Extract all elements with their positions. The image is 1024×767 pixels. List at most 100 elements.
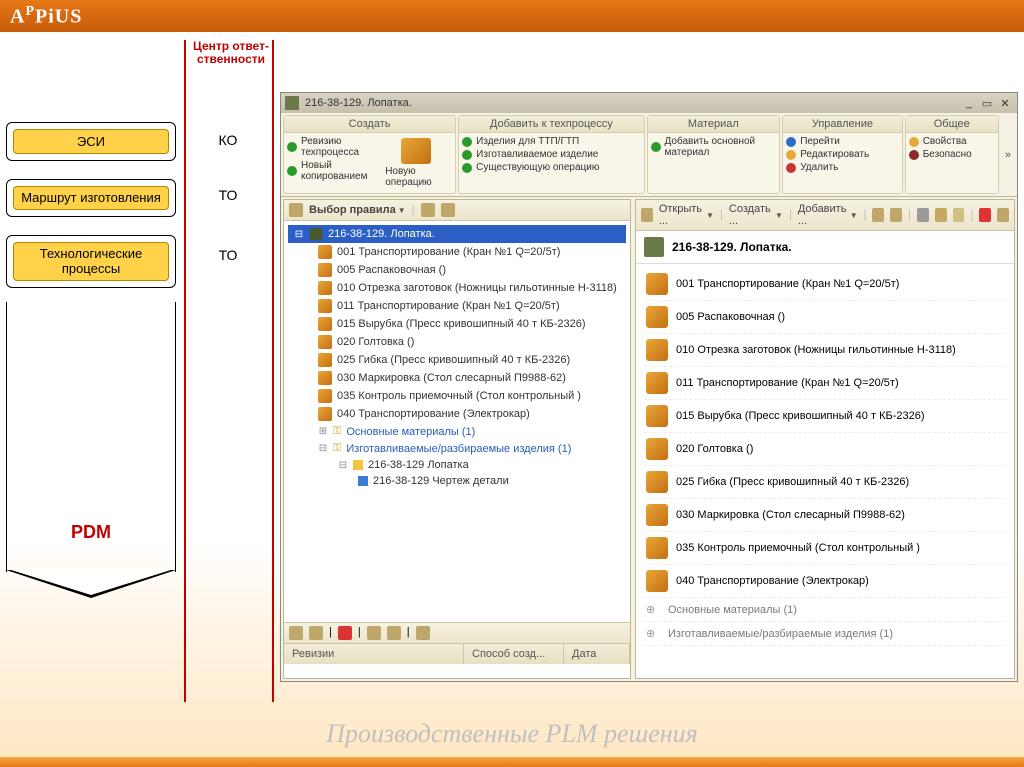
plus-icon (462, 163, 472, 173)
plus-icon (651, 142, 661, 152)
toolbar-icon[interactable] (421, 203, 435, 217)
paste-icon[interactable] (953, 208, 965, 222)
tree-view[interactable]: ⊟ 216-38-129. Лопатка. 001 Транспортиров… (284, 221, 630, 622)
tree-toolbar: Выбор правила ▼ | (284, 200, 630, 221)
operation-row[interactable]: 040 Транспортирование (Электрокар) (644, 565, 1006, 598)
divider-line (272, 40, 274, 702)
delete-icon[interactable] (979, 208, 991, 222)
tree-operation[interactable]: 001 Транспортирование (Кран №1 Q=20/5т) (288, 243, 626, 261)
toolbar-icon[interactable] (289, 626, 303, 640)
ribbon: Создать Ревизию техпроцесса Новый копиро… (281, 113, 1017, 197)
sort-asc-icon[interactable] (367, 626, 381, 640)
add-material-button[interactable]: Добавить основной материал (651, 136, 777, 158)
create-revision-button[interactable]: Ревизию техпроцесса (287, 136, 375, 158)
detail-panel: Открыть ... ▼ | Создать ... ▼ | Добавить… (635, 199, 1015, 679)
add-dropdown[interactable]: Добавить ... ▼ (798, 203, 858, 227)
tree-operation[interactable]: 015 Вырубка (Пресс кривошипный 40 т КБ-2… (288, 315, 626, 333)
add-product-button[interactable]: Изготавливаемое изделие (462, 149, 599, 160)
operation-row[interactable]: 025 Гибка (Пресс кривошипный 40 т КБ-232… (644, 466, 1006, 499)
tree-operation[interactable]: 010 Отрезка заготовок (Ножницы гильотинн… (288, 279, 626, 297)
diagram-box-tech: Технологические процессы (6, 235, 176, 288)
refresh-icon[interactable] (997, 208, 1009, 222)
toolbar-icon[interactable] (641, 208, 653, 222)
window-close-button[interactable]: ✕ (997, 97, 1013, 110)
tree-sub-item[interactable]: ⊟216-38-129 Лопатка (288, 457, 626, 473)
tree-operation[interactable]: 040 Транспортирование (Электрокар) (288, 405, 626, 423)
tree-operation[interactable]: 020 Голтовка () (288, 333, 626, 351)
add-existing-op-button[interactable]: Существующую операцию (462, 162, 599, 173)
delete-icon (786, 163, 796, 173)
operation-icon (646, 570, 668, 592)
rule-selector[interactable]: Выбор правила ▼ (309, 204, 406, 216)
operation-icon (646, 438, 668, 460)
detail-header: 216-38-129. Лопатка. (636, 231, 1014, 264)
operation-icon (646, 339, 668, 361)
part-icon (353, 460, 363, 470)
tree-root[interactable]: ⊟ 216-38-129. Лопатка. (288, 225, 626, 243)
operation-icon (646, 504, 668, 526)
top-brand-bar: APPiUS (0, 0, 1024, 32)
window-titlebar[interactable]: 216-38-129. Лопатка. _ ▭ ✕ (281, 93, 1017, 113)
copy-icon[interactable] (935, 208, 947, 222)
window-title: 216-38-129. Лопатка. (305, 97, 412, 109)
delete-icon[interactable] (338, 626, 352, 640)
tree-operation[interactable]: 030 Маркировка (Стол слесарный П9988-62) (288, 369, 626, 387)
operation-row[interactable]: 011 Транспортирование (Кран №1 Q=20/5т) (644, 367, 1006, 400)
operation-row[interactable]: 010 Отрезка заготовок (Ножницы гильотинн… (644, 334, 1006, 367)
ribbon-group-title: Создать (284, 116, 455, 133)
operation-row[interactable]: 005 Распаковочная () (644, 301, 1006, 334)
properties-button[interactable]: Свойства (909, 136, 972, 147)
plus-icon (287, 166, 297, 176)
tree-bottom-toolbar: | | | (284, 622, 630, 643)
tree-materials-link[interactable]: ⊞⚿Основные материалы (1) (288, 423, 626, 440)
create-dropdown[interactable]: Создать ... ▼ (729, 203, 783, 227)
toolbar-icon[interactable] (890, 208, 902, 222)
tree-products-link[interactable]: ⊟⚿Изготавливаемые/разбираемые изделия (1… (288, 440, 626, 457)
security-button[interactable]: Безопасно (909, 149, 972, 160)
materials-link[interactable]: ⊕Основные материалы (1) (644, 598, 1006, 622)
drawing-icon (358, 476, 368, 486)
sort-desc-icon[interactable] (387, 626, 401, 640)
tree-operation[interactable]: 011 Транспортирование (Кран №1 Q=20/5т) (288, 297, 626, 315)
revisions-table-header: Ревизии Способ созд... Дата (284, 643, 630, 664)
tree-icon[interactable] (289, 203, 303, 217)
operation-row[interactable]: 001 Транспортирование (Кран №1 Q=20/5т) (644, 268, 1006, 301)
app-window: 216-38-129. Лопатка. _ ▭ ✕ Создать Ревиз… (280, 92, 1018, 682)
footer-strip (0, 757, 1024, 767)
delete-button[interactable]: Удалить (786, 162, 869, 173)
goto-button[interactable]: Перейти (786, 136, 869, 147)
products-link[interactable]: ⊕Изготавливаемые/разбираемые изделия (1) (644, 622, 1006, 646)
operation-row[interactable]: 015 Вырубка (Пресс кривошипный 40 т КБ-2… (644, 400, 1006, 433)
edit-button[interactable]: Редактировать (786, 149, 869, 160)
tree-sub-item[interactable]: 216-38-129 Чертеж детали (288, 473, 626, 489)
operation-icon (646, 471, 668, 493)
save-icon[interactable] (872, 208, 884, 222)
open-dropdown[interactable]: Открыть ... ▼ (659, 203, 714, 227)
create-copy-button[interactable]: Новый копированием (287, 160, 375, 182)
tree-operation[interactable]: 035 Контроль приемочный (Стол контрольны… (288, 387, 626, 405)
col-method[interactable]: Способ созд... (464, 644, 564, 664)
tree-panel: Выбор правила ▼ | ⊟ 216-38-129. Лопатка.… (283, 199, 631, 679)
window-icon (285, 96, 299, 110)
operation-row[interactable]: 020 Голтовка () (644, 433, 1006, 466)
toolbar-icon[interactable] (441, 203, 455, 217)
plus-icon (462, 137, 472, 147)
add-ttp-button[interactable]: Изделия для ТТП/ГТП (462, 136, 599, 147)
ribbon-more[interactable]: » (1001, 115, 1015, 194)
key-icon: ⚿ (333, 425, 341, 438)
tree-operation[interactable]: 005 Распаковочная () (288, 261, 626, 279)
toolbar-icon[interactable] (416, 626, 430, 640)
operation-row[interactable]: 035 Контроль приемочный (Стол контрольны… (644, 532, 1006, 565)
footer-slogan: Производственные PLM решения (0, 719, 1024, 749)
diagram-box-label: Маршрут изготовления (13, 186, 169, 210)
operation-row[interactable]: 030 Маркировка (Стол слесарный П9988-62) (644, 499, 1006, 532)
toolbar-icon[interactable] (309, 626, 323, 640)
col-date[interactable]: Дата (564, 644, 630, 664)
window-restore-button[interactable]: ▭ (979, 97, 995, 110)
operation-icon (318, 389, 332, 403)
cut-icon[interactable] (917, 208, 929, 222)
window-minimize-button[interactable]: _ (961, 97, 977, 110)
new-operation-button[interactable]: Новую операцию (379, 136, 452, 190)
tree-operation[interactable]: 025 Гибка (Пресс кривошипный 40 т КБ-232… (288, 351, 626, 369)
operations-list[interactable]: 001 Транспортирование (Кран №1 Q=20/5т) … (636, 264, 1014, 678)
